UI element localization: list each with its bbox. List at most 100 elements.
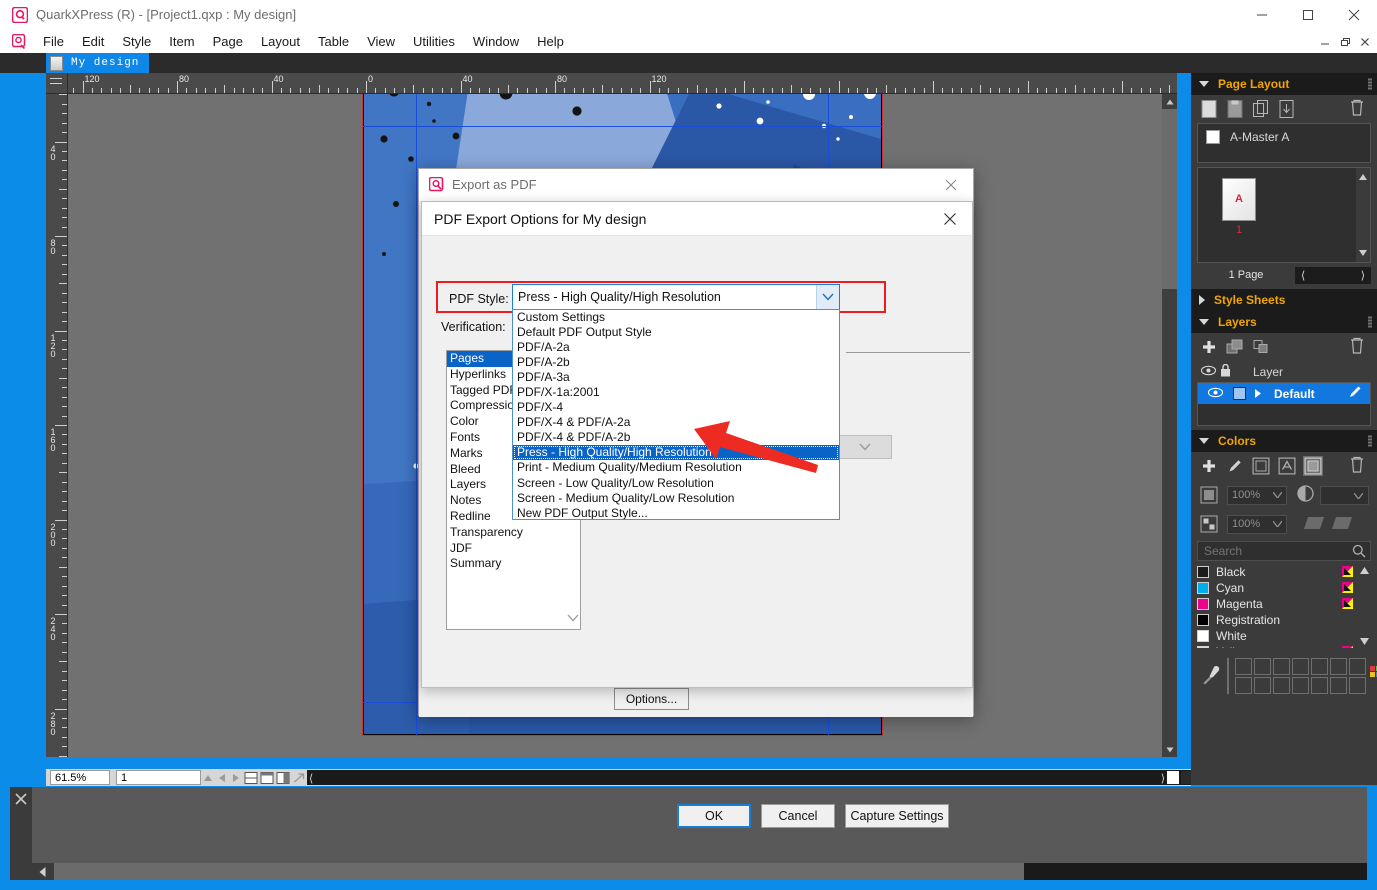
palette-header-style-sheets[interactable]: Style Sheets — [1191, 289, 1377, 311]
swatch-cell[interactable] — [1349, 658, 1366, 675]
dropdown-option[interactable]: Default PDF Output Style — [513, 325, 839, 340]
dropdown-option[interactable]: Screen - Low Quality/Low Resolution — [513, 476, 839, 491]
menu-item-table[interactable]: Table — [309, 30, 358, 53]
blend-mode-dropdown[interactable] — [1320, 486, 1369, 505]
swatch-cell[interactable] — [1273, 677, 1290, 694]
color-row[interactable]: White — [1197, 628, 1371, 644]
add-color-icon[interactable] — [1199, 456, 1219, 476]
text-color-icon[interactable] — [1277, 456, 1297, 476]
menu-item-file[interactable]: File — [34, 30, 73, 53]
search-icon[interactable] — [1352, 544, 1366, 561]
eyedropper-icon[interactable] — [1201, 665, 1221, 688]
menu-item-utilities[interactable]: Utilities — [404, 30, 464, 53]
menu-item-edit[interactable]: Edit — [73, 30, 113, 53]
palette-grip-icon[interactable] — [1368, 78, 1372, 90]
horizontal-scroll-track[interactable]: ⟨ ⟩ — [307, 770, 1191, 785]
single-view-icon[interactable] — [259, 770, 275, 785]
horizontal-ruler[interactable]: 120804004080120 — [68, 73, 1177, 94]
swatch-cell[interactable] — [1311, 658, 1328, 675]
scroll-end-box[interactable] — [1167, 771, 1179, 784]
dropdown-option[interactable]: PDF/X-1a:2001 — [513, 385, 839, 400]
palette-header-layers[interactable]: Layers — [1191, 311, 1377, 333]
mdi-minimize-icon[interactable] — [1315, 33, 1335, 50]
bottom-panel-scrollbar[interactable] — [32, 863, 1367, 880]
dropdown-option[interactable]: PDF/X-4 & PDF/A-2b — [513, 430, 839, 445]
edit-color-icon[interactable] — [1225, 456, 1245, 476]
scroll-left-icon[interactable] — [32, 863, 54, 880]
insert-page-icon[interactable] — [1277, 99, 1297, 119]
page-nav-scroller[interactable]: ⟨ ⟩ — [1295, 267, 1371, 284]
scroll-right-icon[interactable]: ⟩ — [1161, 772, 1165, 785]
trash-icon[interactable] — [1349, 337, 1367, 355]
cancel-button[interactable]: Cancel — [761, 804, 835, 828]
trash-icon[interactable] — [1349, 456, 1367, 474]
dropdown-option[interactable]: Custom Settings — [513, 310, 839, 325]
gradient-radial-icon[interactable] — [1331, 516, 1353, 533]
opacity-value[interactable]: 100% — [1227, 515, 1287, 534]
eye-icon[interactable] — [1208, 387, 1223, 401]
minimize-icon[interactable] — [1239, 0, 1285, 30]
chevron-down-icon[interactable] — [1199, 319, 1209, 325]
close-icon[interactable] — [928, 169, 973, 201]
page-field[interactable]: 1 — [116, 770, 201, 785]
dropdown-option[interactable]: Screen - Medium Quality/Low Resolution — [513, 491, 839, 506]
layer-row-default[interactable]: Default — [1198, 383, 1370, 404]
dropdown-option[interactable]: New PDF Output Style... — [513, 506, 839, 520]
dropdown-option[interactable]: PDF/A-2a — [513, 340, 839, 355]
maximize-icon[interactable] — [1285, 0, 1331, 30]
menu-item-item[interactable]: Item — [160, 30, 203, 53]
palette-grip-icon[interactable] — [1368, 316, 1372, 328]
page-area-scrollbar[interactable] — [1356, 168, 1370, 262]
shade-value[interactable]: 100% — [1227, 486, 1287, 505]
up-arrow-icon[interactable] — [201, 770, 215, 785]
mdi-restore-icon[interactable] — [1335, 33, 1355, 50]
add-layer-icon[interactable] — [1199, 337, 1219, 357]
category-list-item[interactable]: Summary — [447, 556, 580, 572]
current-color-swatch[interactable] — [1227, 658, 1229, 694]
dropdown-option[interactable]: PDF/A-3a — [513, 370, 839, 385]
options-button[interactable]: Options... — [614, 688, 689, 710]
scroll-up-icon[interactable] — [1162, 94, 1177, 109]
document-tab-my-design[interactable]: My design — [46, 53, 149, 73]
menu-item-style[interactable]: Style — [113, 30, 160, 53]
swatch-cell[interactable] — [1292, 677, 1309, 694]
color-row[interactable]: Registration — [1197, 612, 1371, 628]
swatch-cell[interactable] — [1311, 677, 1328, 694]
pencil-icon[interactable] — [1348, 385, 1362, 402]
gradient-linear-icon[interactable] — [1303, 516, 1325, 533]
chevron-down-icon[interactable] — [565, 607, 580, 629]
menu-item-view[interactable]: View — [358, 30, 404, 53]
ok-button[interactable]: OK — [677, 804, 751, 828]
master-page-list[interactable]: A-Master A — [1197, 123, 1371, 163]
page-thumbnail-area[interactable]: A 1 — [1197, 167, 1371, 263]
menu-item-help[interactable]: Help — [528, 30, 573, 53]
dropdown-option[interactable]: PDF/A-2b — [513, 355, 839, 370]
color-row[interactable]: Yellow — [1197, 644, 1371, 648]
mdi-close-icon[interactable] — [1355, 33, 1375, 50]
page-thumbnail[interactable]: A — [1222, 178, 1256, 221]
swatch-cell[interactable] — [1235, 658, 1252, 675]
page-nav-prev-icon[interactable]: ⟨ — [1295, 269, 1311, 282]
dropdown-option[interactable]: Print - Medium Quality/Medium Resolution — [513, 460, 839, 475]
swatch-cell[interactable] — [1292, 658, 1309, 675]
menu-item-window[interactable]: Window — [464, 30, 528, 53]
category-list-item[interactable]: JDF — [447, 541, 580, 557]
chevron-right-icon[interactable] — [1199, 295, 1205, 305]
zoom-field[interactable]: 61.5% — [50, 770, 110, 785]
prev-arrow-icon[interactable] — [215, 770, 229, 785]
expand-icon[interactable] — [291, 770, 307, 785]
swatch-cell[interactable] — [1235, 677, 1252, 694]
dropdown-option[interactable]: Press - High Quality/High Resolution — [513, 445, 839, 460]
dropdown-option[interactable]: PDF/X-4 & PDF/A-2a — [513, 415, 839, 430]
move-item-icon[interactable] — [1251, 337, 1271, 357]
dropdown-option[interactable]: PDF/X-4 — [513, 400, 839, 415]
capture-settings-button[interactable]: Capture Settings — [845, 804, 949, 828]
swatch-grid[interactable] — [1235, 658, 1366, 694]
color-search-field[interactable] — [1197, 541, 1371, 561]
duplicate-page-icon[interactable] — [1251, 99, 1271, 119]
swatch-cell[interactable] — [1254, 677, 1271, 694]
scroll-left-icon[interactable]: ⟨ — [309, 772, 313, 785]
chevron-right-icon[interactable] — [1254, 387, 1262, 401]
page-nav-next-icon[interactable]: ⟩ — [1355, 269, 1371, 282]
category-list-item[interactable]: Transparency — [447, 525, 580, 541]
